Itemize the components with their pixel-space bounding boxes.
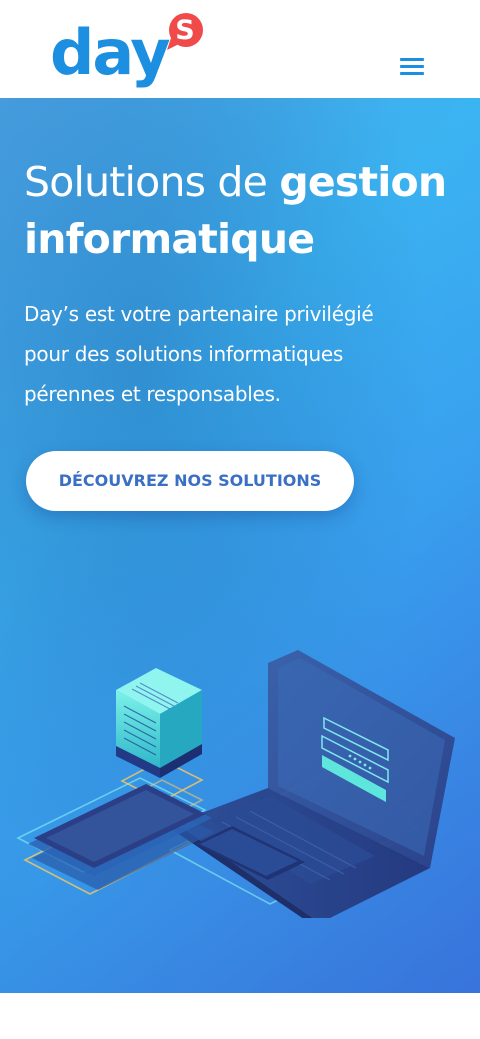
hero-title-bold-2: informatique bbox=[24, 215, 315, 263]
hero-description-line: pour des solutions informatiques bbox=[24, 342, 343, 366]
days-logo[interactable]: day S bbox=[50, 13, 210, 94]
hero-title: Solutions de gestion informatique bbox=[24, 154, 464, 268]
logo-wordmark: day bbox=[50, 16, 171, 89]
tablet-stack bbox=[28, 784, 215, 890]
hero-description: Day’s est votre partenaire privilégié pou… bbox=[24, 294, 464, 414]
site-header: day S bbox=[0, 0, 480, 98]
isometric-laptop-server-illustration bbox=[16, 650, 455, 918]
hero-description-line: Day’s est votre partenaire privilégié bbox=[24, 302, 374, 326]
discover-solutions-button[interactable]: DÉCOUVREZ NOS SOLUTIONS bbox=[26, 451, 354, 511]
hero-title-bold-1: gestion bbox=[279, 158, 447, 206]
hamburger-menu-icon[interactable] bbox=[396, 54, 428, 80]
logo-badge-letter: S bbox=[175, 15, 195, 46]
server-cube bbox=[116, 668, 202, 778]
hero-section: Solutions de gestion informatique Day’s e… bbox=[0, 98, 480, 993]
hero-description-line: pérennes et responsables. bbox=[24, 382, 281, 406]
hero-title-light: Solutions de bbox=[24, 158, 280, 206]
